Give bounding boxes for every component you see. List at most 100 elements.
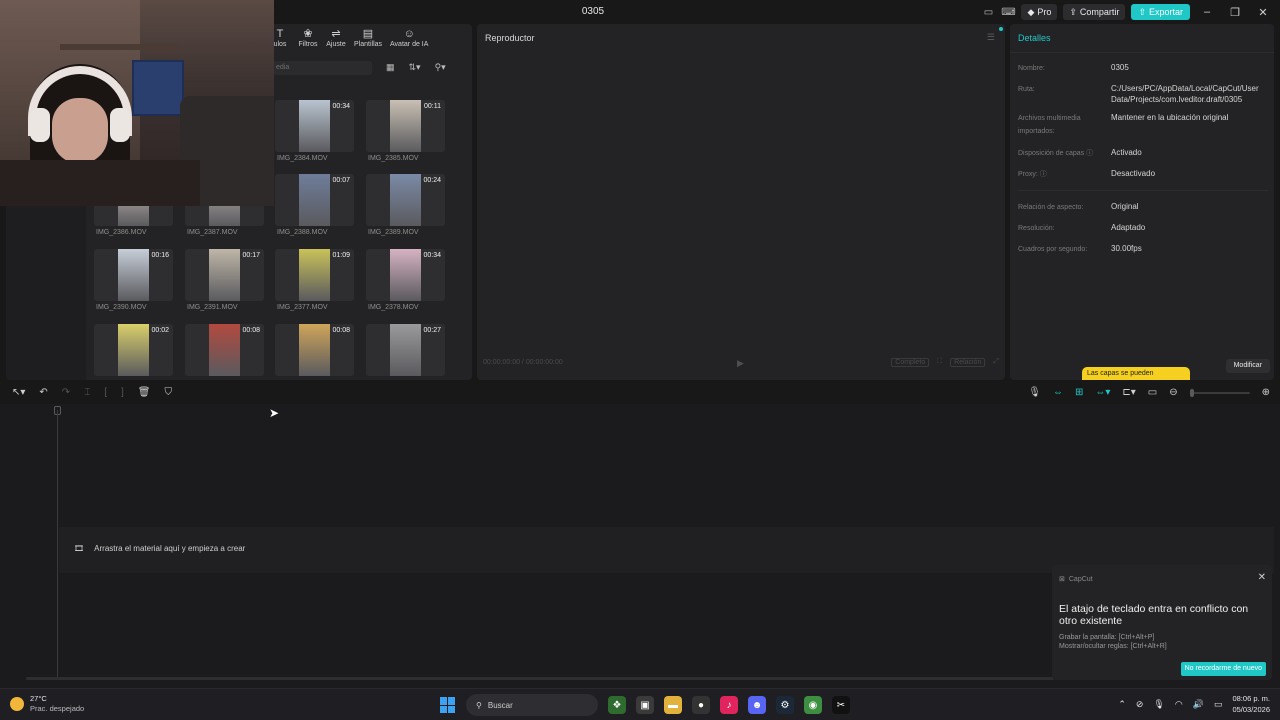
film-icon: 🎞 [74, 544, 85, 553]
discord-icon[interactable]: ☻ [748, 696, 766, 714]
info-icon[interactable]: ⓘ [1086, 150, 1093, 157]
tab-filters[interactable]: ❀ Filtros [298, 28, 318, 48]
full-quality-button[interactable]: Completo [891, 358, 930, 367]
media-thumbnail[interactable]: 00:27 [366, 324, 445, 376]
battery-icon[interactable]: ▭ [1214, 699, 1223, 710]
microphone-icon[interactable]: 🎙 [1028, 387, 1041, 398]
window-title: 0305 [581, 6, 605, 17]
clip-name: IMG_2391.MOV [187, 304, 238, 311]
task-view-icon[interactable]: ▣ [636, 696, 654, 714]
player-menu-icon[interactable]: ☰ [987, 32, 995, 43]
ratio-button[interactable]: Relación [950, 358, 986, 367]
tab-ai-avatar[interactable]: ☺ Avatar de IA [390, 28, 428, 48]
obs-icon[interactable]: ● [692, 696, 710, 714]
proxy-value: Desactivado [1111, 169, 1156, 178]
delete-icon[interactable]: 🗑 [138, 387, 151, 398]
preview-axis-icon[interactable]: ⊏▾ [1122, 387, 1135, 398]
dont-remind-button[interactable]: No recordarme de nuevo [1180, 662, 1266, 676]
zoom-knob[interactable] [1189, 388, 1194, 397]
tab-adjust[interactable]: ⇌ Ajuste [326, 28, 346, 48]
media-thumbnail[interactable]: 01:09 [275, 249, 354, 301]
media-thumbnail[interactable]: 00:16 [94, 249, 173, 301]
media-thumbnail[interactable]: 00:08 [275, 324, 354, 376]
media-search-input[interactable]: edia [272, 61, 372, 75]
clock[interactable]: 08:06 p. m. 05/03/2026 [1232, 693, 1270, 715]
zoom-slider[interactable] [1189, 388, 1250, 397]
weather-widget[interactable]: 27°C Prac. despejado [10, 694, 84, 714]
aspect-label: Relación de aspecto: [1018, 204, 1084, 211]
video-frame [299, 249, 330, 301]
modify-button[interactable]: Modificar [1225, 359, 1270, 373]
clip-duration: 00:34 [332, 103, 350, 110]
steam-icon[interactable]: ⚙ [776, 696, 794, 714]
capcut-app-icon[interactable]: ✂ [832, 696, 850, 714]
undo-icon[interactable]: ↶ [39, 387, 47, 398]
split-left-icon[interactable]: [ [104, 387, 107, 398]
share-label: Compartir [1079, 7, 1120, 17]
caption-icon[interactable]: ▭ [1148, 387, 1157, 398]
keyboard-icon[interactable]: ⌨ [1001, 5, 1015, 19]
tab-templates[interactable]: ▤ Plantillas [354, 28, 382, 48]
widget-icon[interactable]: ❖ [608, 696, 626, 714]
file-explorer-icon[interactable]: ▬ [664, 696, 682, 714]
shield-icon[interactable]: ⛉ [164, 387, 172, 398]
media-thumbnail[interactable]: 00:02 [94, 324, 173, 376]
proxy-text: Proxy: [1018, 171, 1038, 178]
microphone-tray-icon[interactable]: 🎙 [1153, 699, 1164, 710]
zoom-out-icon[interactable]: ⊖ [1169, 387, 1177, 398]
media-thumbnail[interactable]: 00:08 [185, 324, 264, 376]
zoom-in-icon[interactable]: ⊕ [1262, 387, 1270, 398]
media-thumbnail[interactable]: 00:34 [275, 100, 354, 152]
media-thumbnail[interactable]: 00:17 [185, 249, 264, 301]
chevron-up-icon[interactable]: ⌃ [1118, 699, 1126, 710]
playhead-line [57, 410, 58, 680]
close-icon[interactable]: ✕ [1258, 572, 1266, 583]
grid-view-icon[interactable]: ▦ [386, 62, 395, 73]
pro-button[interactable]: ◆ Pro [1021, 4, 1058, 20]
media-thumbnail[interactable]: 00:07 [275, 174, 354, 226]
redo-icon[interactable]: ↷ [62, 387, 70, 398]
tab-label: Plantillas [354, 41, 383, 48]
magnet-icon[interactable]: ⊞ [1075, 387, 1083, 398]
split-icon[interactable]: ⌶ [84, 387, 90, 398]
resolution-value: Adaptado [1111, 223, 1146, 232]
video-frame [299, 100, 330, 152]
temperature: 27°C [30, 694, 47, 703]
windows-start-icon[interactable] [440, 697, 456, 713]
share-button[interactable]: ⇪ Compartir [1063, 4, 1126, 20]
network-icon[interactable]: ⊘ [1136, 699, 1144, 710]
info-icon[interactable]: ⓘ [1040, 171, 1047, 178]
link-icon[interactable]: ⇔ [1053, 387, 1063, 398]
diamond-icon: ◆ [1027, 6, 1035, 17]
media-thumbnail[interactable]: 00:34 [366, 249, 445, 301]
video-frame [299, 324, 330, 376]
export-button[interactable]: ⇧ Exportar [1131, 4, 1190, 20]
layer-layout-text: Disposición de capas [1018, 150, 1085, 157]
minimize-button[interactable]: – [1196, 6, 1218, 18]
snap-icon[interactable]: ⇔▾ [1095, 387, 1110, 398]
play-icon[interactable]: ▶ [737, 358, 744, 369]
crop-icon[interactable]: ⛶ [937, 358, 942, 367]
clip-name: IMG_2387.MOV [187, 229, 238, 236]
close-button[interactable]: ✕ [1252, 6, 1274, 19]
webcam-overlay [0, 0, 274, 206]
media-thumbnail[interactable]: 00:24 [366, 174, 445, 226]
taskbar-search[interactable]: ⚲ Buscar [466, 694, 598, 716]
tiktok-icon[interactable]: ♪ [720, 696, 738, 714]
filter-menu-icon[interactable]: ⚲▾ [435, 62, 446, 73]
mouse-cursor-icon: ➤ [269, 406, 280, 420]
weather-condition: Prac. despejado [30, 704, 85, 713]
layout-icon[interactable]: ▭ [981, 5, 995, 19]
media-thumbnail[interactable]: 00:11 [366, 100, 445, 152]
fullscreen-icon[interactable]: ⤢ [993, 358, 999, 367]
name-value: 0305 [1111, 63, 1129, 72]
select-tool-icon[interactable]: ↖▾ [12, 387, 25, 398]
video-frame [390, 324, 421, 376]
wifi-icon[interactable]: ◠ [1175, 699, 1183, 710]
sort-icon[interactable]: ⇅▾ [409, 62, 421, 73]
timeline-scrollbar[interactable] [26, 677, 1054, 680]
split-right-icon[interactable]: ] [121, 387, 124, 398]
volume-icon[interactable]: 🔊 [1193, 699, 1204, 710]
maximize-button[interactable]: ❐ [1224, 6, 1246, 19]
chrome-icon[interactable]: ◉ [804, 696, 822, 714]
